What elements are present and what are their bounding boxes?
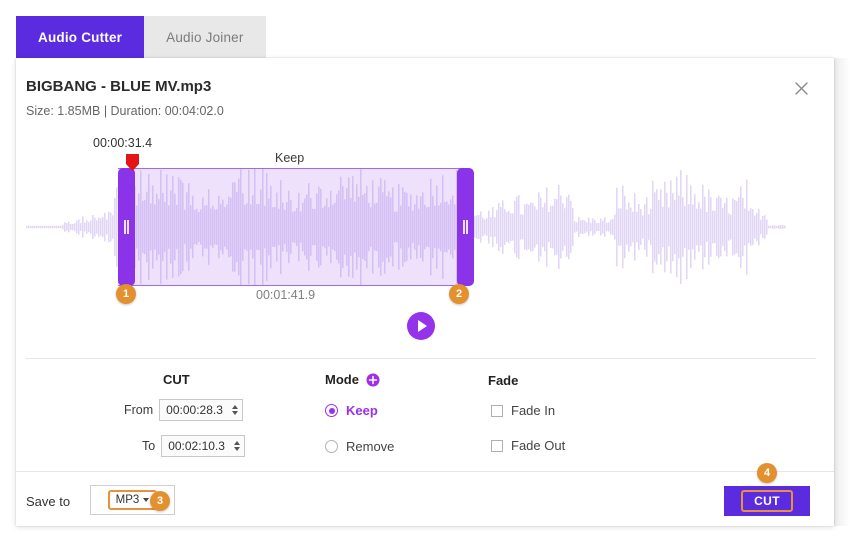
options-divider: [26, 358, 816, 359]
cut-from-row: From 00:00:28.3: [124, 399, 244, 421]
audio-cutter-app: Audio Cutter Audio Joiner BIGBANG - BLUE…: [0, 0, 850, 548]
mode-option-keep[interactable]: Keep: [325, 403, 378, 418]
play-icon: [415, 320, 428, 332]
plus-circle-icon[interactable]: [366, 373, 380, 387]
cut-from-value: 00:00:28.3: [166, 403, 223, 417]
play-button[interactable]: [407, 312, 435, 340]
file-title: BIGBANG - BLUE MV.mp3: [26, 78, 212, 95]
chevron-down-icon: [143, 498, 150, 502]
footer-divider: [16, 471, 834, 472]
spinner-arrows-icon[interactable]: [232, 405, 239, 415]
cut-section-title: CUT: [163, 372, 190, 387]
step-badge-3: 3: [150, 491, 170, 511]
radio-icon-remove: [325, 440, 338, 453]
step-badge-4: 4: [757, 463, 777, 483]
spinner-arrows-icon[interactable]: [234, 441, 241, 451]
step-badge-1: 1: [116, 284, 136, 304]
step-badge-2: 2: [449, 284, 469, 304]
cut-to-label: To: [142, 439, 156, 453]
format-value: MP3: [115, 494, 140, 506]
tab-bar: Audio Cutter Audio Joiner: [16, 16, 266, 58]
mode-title-label: Mode: [325, 372, 359, 387]
tab-audio-joiner[interactable]: Audio Joiner: [144, 16, 266, 58]
fade-in-option[interactable]: Fade In: [491, 403, 555, 418]
grip-icon: [463, 220, 468, 234]
cut-button-label: CUT: [741, 490, 793, 512]
selection-handle-start[interactable]: [118, 168, 135, 286]
mode-option-remove[interactable]: Remove: [325, 439, 394, 454]
close-icon: [794, 81, 809, 96]
selection-handle-end[interactable]: [457, 168, 474, 286]
selection-duration-label: 00:01:41.9: [256, 288, 316, 302]
tab-audio-joiner-label: Audio Joiner: [166, 29, 244, 45]
editor-card: [16, 58, 834, 526]
mode-option-keep-label: Keep: [346, 403, 378, 418]
tab-audio-cutter-label: Audio Cutter: [38, 29, 123, 45]
cut-to-value: 00:02:10.3: [168, 439, 225, 453]
mode-section-title: Mode: [325, 372, 380, 387]
tab-audio-cutter[interactable]: Audio Cutter: [16, 16, 145, 58]
cut-to-row: To 00:02:10.3: [142, 435, 246, 457]
cut-from-input[interactable]: 00:00:28.3: [159, 399, 244, 421]
fade-in-label: Fade In: [511, 403, 556, 418]
cut-from-label: From: [124, 403, 154, 417]
fade-out-option[interactable]: Fade Out: [491, 438, 565, 453]
checkbox-icon-fade-out: [491, 439, 503, 452]
waveform-area[interactable]: [26, 168, 786, 286]
save-to-label: Save to: [26, 494, 71, 509]
fade-section-title: Fade: [488, 373, 519, 388]
close-button[interactable]: [789, 76, 813, 100]
cut-button[interactable]: CUT: [724, 486, 810, 516]
card-edge-shadow: [834, 58, 850, 526]
fade-out-label: Fade Out: [511, 438, 566, 453]
file-meta: Size: 1.85MB | Duration: 00:04:02.0: [26, 104, 224, 118]
mode-option-remove-label: Remove: [346, 439, 395, 454]
radio-icon-keep: [325, 404, 338, 417]
checkbox-icon-fade-in: [491, 404, 503, 417]
waveform-canvas: [26, 168, 786, 286]
cut-to-input[interactable]: 00:02:10.3: [161, 435, 246, 457]
playhead-marker-icon[interactable]: [126, 154, 139, 171]
playhead-time-label: 00:00:31.4: [93, 136, 153, 150]
selection-keep-label: Keep: [275, 151, 305, 165]
grip-icon: [124, 220, 129, 234]
